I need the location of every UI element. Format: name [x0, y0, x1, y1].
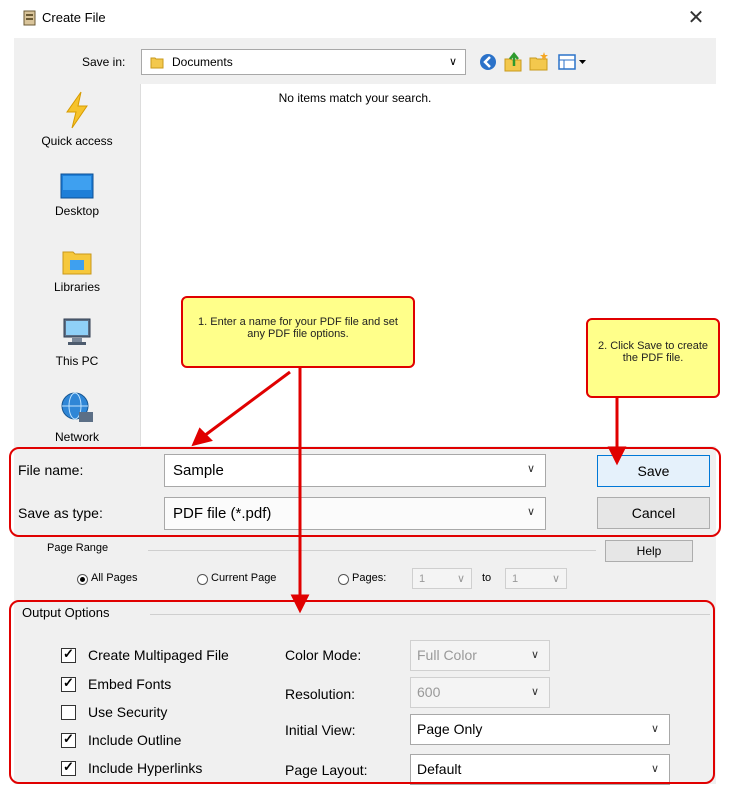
- arrow-head-save: [607, 446, 627, 466]
- arrow-head-down: [290, 594, 310, 614]
- annotation-arrows: [191, 368, 627, 614]
- arrow-line-to-filename: [203, 370, 291, 438]
